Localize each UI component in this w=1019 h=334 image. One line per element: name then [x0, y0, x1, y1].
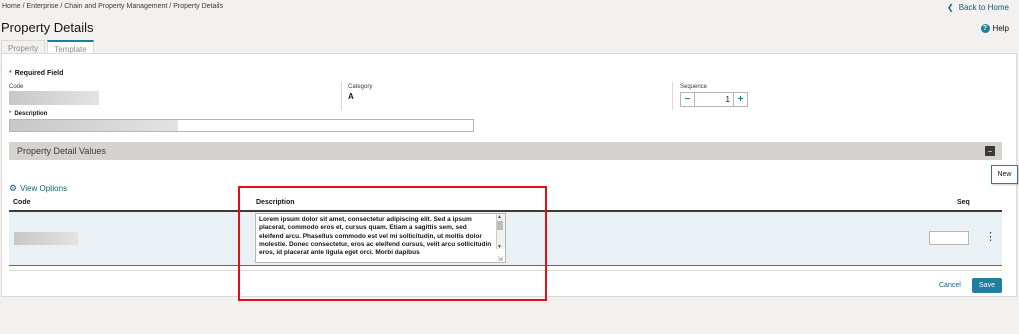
section-header — [9, 142, 1002, 160]
divider — [341, 82, 342, 110]
collapse-icon[interactable]: − — [985, 146, 995, 156]
column-header-code[interactable]: Code — [13, 199, 31, 206]
chevron-left-icon: ❮ — [947, 3, 954, 12]
gear-icon: ⚙ — [9, 183, 18, 193]
cancel-button[interactable]: Cancel — [939, 282, 961, 289]
category-value: A — [348, 92, 354, 101]
new-button[interactable]: New — [991, 165, 1018, 184]
code-value-redacted — [9, 91, 99, 105]
save-button[interactable]: Save — [972, 278, 1002, 293]
description-input[interactable] — [9, 119, 474, 132]
help-label: Help — [992, 24, 1009, 33]
divider — [672, 82, 673, 110]
breadcrumb[interactable]: Home / Enterprise / Chain and Property M… — [2, 3, 223, 10]
category-label: Category — [348, 84, 373, 90]
row-code-redacted — [14, 232, 78, 245]
row-actions-icon[interactable]: ⋮ — [985, 231, 996, 243]
sequence-label: Sequence — [680, 84, 708, 90]
highlight-annotation-box — [238, 186, 547, 301]
increment-button[interactable]: + — [734, 93, 747, 106]
decrement-button[interactable]: − — [681, 93, 694, 106]
view-options-label: View Options — [20, 184, 68, 193]
description-value-redacted — [10, 120, 178, 131]
column-header-seq[interactable]: Seq — [957, 199, 970, 206]
page-title: Property Details — [1, 20, 94, 35]
help-link[interactable]: ? Help — [980, 24, 1009, 33]
back-to-home-label: Back to Home — [958, 3, 1009, 12]
required-field-note: * Required Field — [9, 70, 64, 77]
required-asterisk: * — [9, 111, 12, 117]
view-options-link[interactable]: ⚙ View Options — [9, 183, 67, 194]
code-label: Code — [9, 84, 24, 90]
required-asterisk: * — [9, 70, 12, 77]
section-title: Property Detail Values — [17, 146, 106, 156]
sequence-stepper: − 1 + — [680, 92, 748, 107]
help-icon: ? — [980, 24, 990, 33]
sequence-input[interactable]: 1 — [694, 93, 734, 106]
row-seq-input[interactable] — [929, 231, 969, 245]
back-to-home-link[interactable]: ❮ Back to Home — [947, 3, 1009, 12]
description-label: * Description — [9, 111, 48, 117]
